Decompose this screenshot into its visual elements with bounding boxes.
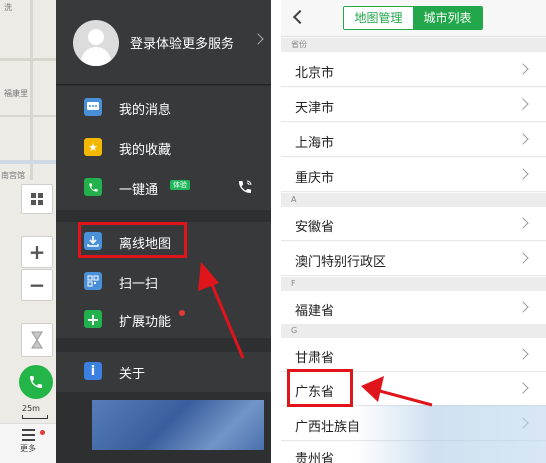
chevron-right-icon [517,63,529,75]
star-icon: ★ [84,138,102,156]
section-header: 省份 [281,38,546,52]
notification-dot [40,430,45,435]
chevron-right-icon [517,301,529,313]
city-name: 澳门特别行政区 [295,255,387,270]
drawer-group-3: i 关于 [56,352,271,392]
blurred-banner [92,400,264,450]
drawer-item-label: 一键通 [119,183,159,198]
drawer-item-extensions[interactable]: + 扩展功能 [56,300,271,338]
city-name: 上海市 [295,136,335,151]
drawer-item-favorites[interactable]: ★ 我的收藏 [56,128,271,166]
menu-icon [21,429,35,441]
city-name: 北京市 [295,66,335,81]
login-prompt: 登录体验更多服务 [130,37,235,52]
grid-icon [31,193,43,205]
plus-icon: + [28,240,46,264]
city-name: 福建省 [295,304,335,319]
map-road [30,0,33,180]
city-row[interactable]: 天津市 [281,88,546,122]
city-name: 安徽省 [295,220,335,235]
screen-divider [271,0,281,463]
phone-icon [84,178,102,196]
highlight-box-guangdong [287,369,353,407]
city-row[interactable]: 北京市 [281,53,546,87]
drawer-item-label: 关于 [119,367,146,382]
drawer-item-label: 我的消息 [119,103,172,118]
map-label: 南宫馆 [1,171,25,180]
chevron-right-icon [517,217,529,229]
drawer-item-label: 我的收藏 [119,143,172,158]
city-row[interactable]: 福建省 [281,291,546,325]
chevron-right-icon [517,98,529,110]
drawer-item-scan[interactable]: 扫一扫 [56,262,271,300]
watermark-overlay [355,405,546,463]
highlight-box-offline-map [78,222,187,258]
minus-icon: − [28,273,46,297]
info-icon: i [84,362,102,380]
back-arrow-icon[interactable] [292,9,308,25]
more-button[interactable]: 更多 [0,423,56,463]
section-header: F [281,277,546,291]
drawer-item-about[interactable]: i 关于 [56,352,271,390]
call-button[interactable] [19,365,53,399]
scan-icon [84,272,102,290]
map-road [0,160,56,164]
scale-label: 25m [22,404,40,413]
city-name: 广西壮族自 [295,420,361,435]
more-label: 更多 [20,444,36,453]
city-name: 甘肃省 [295,351,335,366]
street-view-button[interactable] [21,323,53,357]
login-profile-row[interactable]: 登录体验更多服务 [56,0,271,85]
phone-ring-icon [237,179,253,199]
map-label: 福康里 [4,89,28,98]
section-header: A [281,193,546,207]
chevron-right-icon [517,252,529,264]
city-row[interactable]: 安徽省 [281,207,546,241]
city-row[interactable]: 上海市 [281,123,546,157]
chevron-right-icon [517,348,529,360]
chevron-right-icon [517,133,529,145]
scale-bar [22,415,48,419]
section-header: G [281,324,546,338]
drawer-group-1: 我的消息 ★ 我的收藏 一键通 体验 [56,86,271,210]
city-row[interactable]: 甘肃省 [281,338,546,372]
map-view[interactable]: 洗 福康里 南宫馆 + − 25m 更多 [0,0,56,463]
avatar [73,20,119,66]
drawer-item-messages[interactable]: 我的消息 [56,88,271,126]
chevron-right-icon [252,33,264,45]
map-label: 洗 [4,3,12,12]
chevron-right-icon [517,382,529,394]
zoom-in-button[interactable]: + [21,236,53,268]
zoom-out-button[interactable]: − [21,269,53,301]
tab-city-list[interactable]: 城市列表 [413,7,482,29]
city-name: 重庆市 [295,171,335,186]
drawer-item-quick-call[interactable]: 一键通 体验 [56,168,271,206]
map-road [0,58,56,61]
city-row[interactable]: 重庆市 [281,158,546,192]
phone-icon [30,376,42,388]
hourglass-icon [31,331,43,349]
tab-map-management[interactable]: 地图管理 [344,7,413,29]
plus-icon: + [84,310,102,329]
drawer-item-label: 扫一扫 [119,277,159,292]
drawer-item-label: 扩展功能 [119,315,172,330]
city-name: 天津市 [295,101,335,116]
layers-button[interactable] [21,184,53,214]
notification-dot [179,310,185,316]
chevron-right-icon [517,168,529,180]
tab-switcher: 地图管理 城市列表 [343,6,483,30]
message-icon [84,98,102,116]
city-name: 贵州省 [295,452,335,463]
city-row[interactable]: 澳门特别行政区 [281,242,546,276]
top-bar: 地图管理 城市列表 [281,0,546,37]
trial-badge: 体验 [170,180,190,190]
map-road [0,115,56,117]
